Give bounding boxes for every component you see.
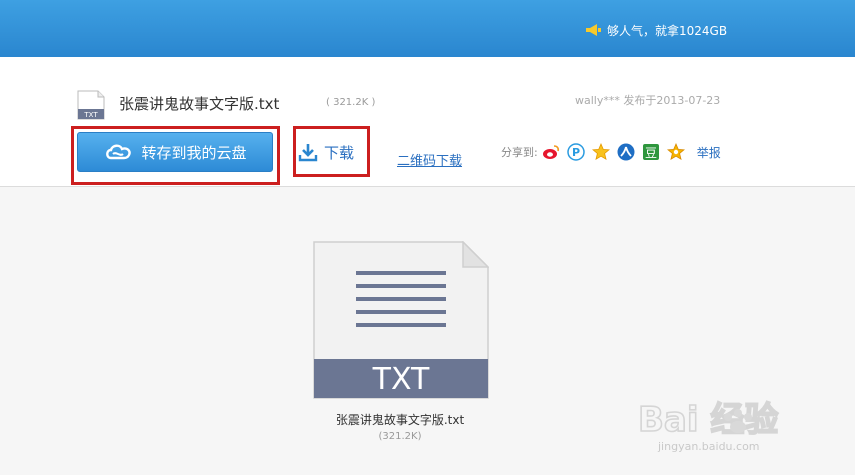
txt-document-preview-icon: TXT xyxy=(313,241,489,399)
txt-file-icon: TXT xyxy=(77,90,105,120)
save-button-label: 转存到我的云盘 xyxy=(141,143,247,162)
douban-icon[interactable]: 豆 xyxy=(642,143,660,161)
weibo-icon[interactable] xyxy=(542,143,560,161)
file-name: 张震讲鬼故事文字版.txt xyxy=(119,95,280,113)
top-bar: 够人气，就拿1024GB xyxy=(0,0,855,57)
file-icon-label: TXT xyxy=(83,111,98,119)
share-bar: 分享到: P 豆 举报 xyxy=(501,143,721,161)
share-label: 分享到: xyxy=(501,146,538,159)
baidu-jingyan-watermark-logo: Bai 经验 xyxy=(637,399,779,441)
watermark-url: jingyan.baidu.com xyxy=(658,440,760,453)
publish-meta: wally*** 发布于2013-07-23 xyxy=(575,94,721,107)
qr-download-link[interactable]: 二维码下载 xyxy=(397,150,462,169)
svg-text:P: P xyxy=(572,146,580,159)
file-size: ( 321.2K ) xyxy=(326,97,376,108)
promo-text: 够人气，就拿1024GB xyxy=(607,23,728,38)
qzone-p-icon[interactable]: P xyxy=(566,143,585,161)
kaixin-icon[interactable] xyxy=(666,143,685,161)
download-icon xyxy=(298,144,318,162)
promo-banner[interactable]: 够人气，就拿1024GB xyxy=(584,20,727,40)
cloud-icon xyxy=(106,144,132,160)
report-link[interactable]: 举报 xyxy=(697,144,721,161)
download-button-label: 下载 xyxy=(324,143,355,162)
save-to-cloud-button[interactable]: 转存到我的云盘 xyxy=(77,132,273,172)
file-info-panel: TXT 张震讲鬼故事文字版.txt ( 321.2K ) wally*** 发布… xyxy=(0,57,855,187)
doc-type-label: TXT xyxy=(372,362,430,397)
svg-text:豆: 豆 xyxy=(645,146,657,160)
renren-icon[interactable] xyxy=(617,143,635,161)
watermark-brand: Bai 经验 xyxy=(638,400,778,440)
download-button[interactable]: 下载 xyxy=(298,133,362,171)
megaphone-icon xyxy=(586,24,601,36)
qzone-star-icon[interactable] xyxy=(591,143,610,161)
